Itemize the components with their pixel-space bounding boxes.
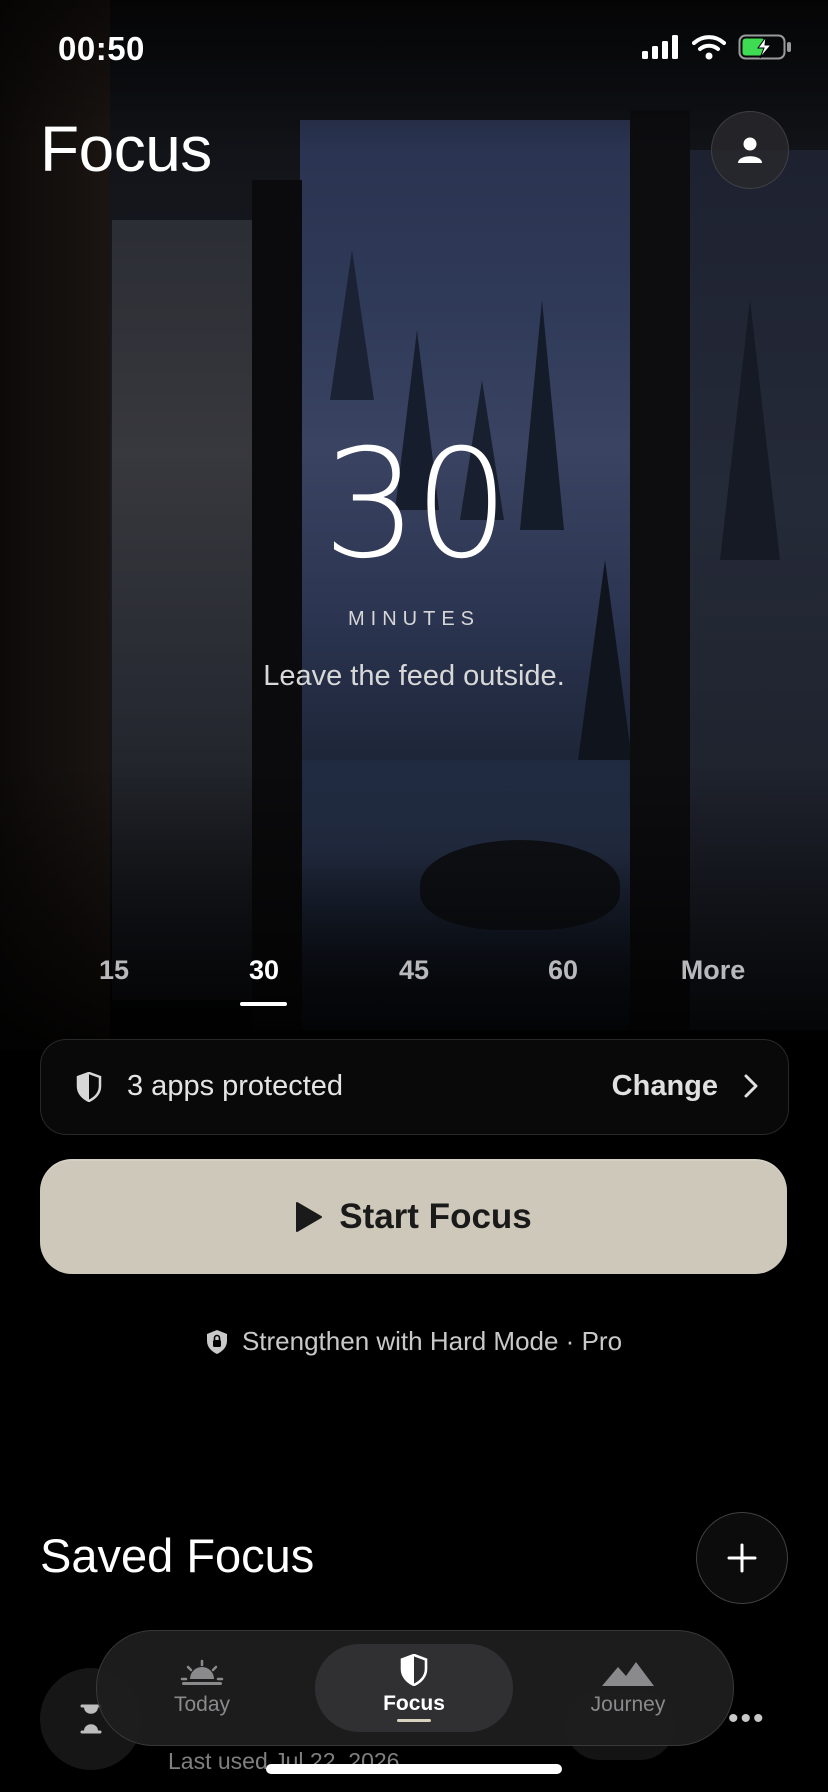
play-icon (296, 1201, 323, 1232)
sunrise-icon (180, 1659, 224, 1685)
change-apps-button[interactable]: Change (612, 1070, 718, 1103)
tab-journey[interactable]: Journey (563, 1631, 693, 1745)
add-saved-focus-button[interactable] (696, 1512, 788, 1604)
status-icons (642, 34, 792, 60)
tab-today[interactable]: Today (137, 1631, 267, 1745)
chevron-right-icon (744, 1074, 758, 1098)
status-time: 00:50 (58, 30, 145, 67)
tab-focus-label: Focus (383, 1692, 445, 1715)
duration-option-60[interactable]: 60 (503, 955, 623, 986)
timer-minutes-value: 30 (322, 418, 510, 592)
start-focus-button[interactable]: Start Focus (40, 1159, 787, 1274)
tab-bar: Today Focus Journey (96, 1630, 734, 1746)
mountain-icon (602, 1662, 654, 1686)
timer-unit-label: MINUTES (348, 608, 480, 630)
duration-option-45[interactable]: 45 (354, 955, 474, 986)
shield-icon (400, 1654, 428, 1686)
plus-icon (727, 1543, 757, 1573)
lock-shield-icon (206, 1329, 227, 1354)
timer-tagline: Leave the feed outside. (263, 660, 565, 692)
hard-mode-label: Strengthen with Hard Mode · Pro (241, 1326, 623, 1356)
person-icon (738, 137, 762, 163)
tab-journey-label: Journey (590, 1693, 666, 1716)
start-focus-label: Start Focus (339, 1196, 532, 1236)
duration-option-15[interactable]: 15 (54, 955, 174, 986)
battery-charging-icon (738, 34, 791, 60)
wifi-icon (692, 35, 726, 60)
apps-protected-row[interactable]: 3 apps protected Change (40, 1039, 789, 1135)
duration-option-30[interactable]: 30 (204, 955, 324, 986)
shield-icon (76, 1072, 102, 1102)
more-options-icon[interactable]: ••• (728, 1702, 766, 1736)
duration-picker: 15 30 45 60 More (0, 955, 828, 1015)
apps-protected-label: 3 apps protected (127, 1070, 344, 1102)
tab-today-label: Today (173, 1693, 231, 1716)
saved-focus-title: Saved Focus (40, 1529, 315, 1582)
profile-button[interactable] (711, 111, 789, 189)
page-title: Focus (40, 113, 212, 185)
active-tab-indicator (397, 1719, 431, 1722)
selected-duration-indicator (240, 1002, 287, 1006)
cellular-signal-icon (642, 35, 678, 59)
duration-option-more[interactable]: More (653, 955, 773, 986)
home-indicator[interactable] (266, 1764, 562, 1774)
hard-mode-upsell[interactable]: Strengthen with Hard Mode · Pro (0, 1326, 828, 1357)
tab-focus[interactable]: Focus (315, 1644, 513, 1732)
status-bar: 00:50 (0, 0, 828, 100)
